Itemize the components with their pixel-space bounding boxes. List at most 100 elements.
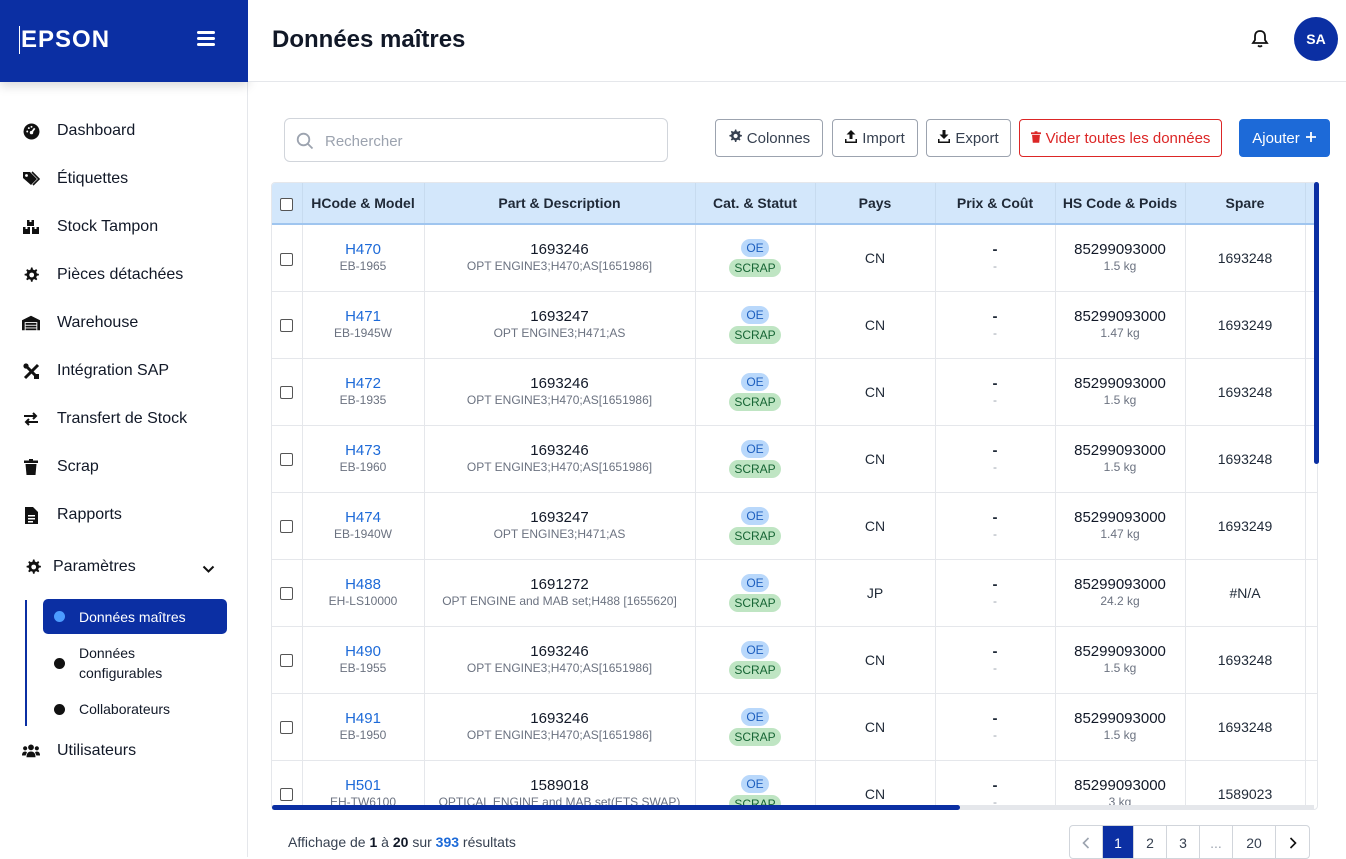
sidebar-item-dashboard[interactable]: Dashboard [0, 111, 247, 151]
column-header-spare[interactable]: Spare [1185, 183, 1306, 225]
model-text: EB-1965 [339, 259, 387, 274]
sidebar-item-parametres[interactable]: Paramètres [0, 547, 247, 587]
row-checkbox[interactable] [280, 453, 294, 467]
export-button[interactable]: Export [926, 119, 1011, 157]
prix-value: - [992, 442, 998, 459]
column-header-cat[interactable]: Cat. & Statut [695, 183, 816, 225]
table-row[interactable]: H470 EB-1965 1693246 OPT ENGINE3;H470;AS[16… [272, 224, 1317, 291]
chevron-right-icon [1289, 837, 1297, 849]
page-button-2[interactable]: 2 [1134, 826, 1167, 858]
avatar[interactable]: SA [1294, 17, 1338, 61]
table-row[interactable]: H488 EH-LS10000 1691272 OPT ENGINE and MAB … [272, 559, 1317, 626]
hcode-cell: H471 EB-1945W [302, 291, 425, 358]
hcode-cell: H470 EB-1965 [302, 224, 425, 291]
hs-code: 85299093000 [1074, 509, 1166, 526]
row-checkbox[interactable] [280, 319, 294, 333]
epson-logo[interactable]: EPSON [19, 26, 110, 54]
hcode-link[interactable]: H473 [303, 442, 424, 459]
horizontal-scrollbar[interactable] [272, 805, 960, 810]
sidebar-subitem-collaborateurs[interactable]: Collaborateurs [43, 698, 227, 720]
status-badge: SCRAP [729, 526, 781, 545]
table-row[interactable]: H474 EB-1940W 1693247 OPT ENGINE3;H471;AS OE… [272, 492, 1317, 559]
category-badge: OE [741, 439, 769, 458]
sidebar-subitem-donnees-configurables[interactable]: Données configurables [43, 642, 227, 684]
columns-button[interactable]: Colonnes [715, 119, 823, 157]
hcode-link[interactable]: H471 [303, 308, 424, 325]
cat-status-cell: OE SCRAP [695, 559, 816, 626]
search-input[interactable] [325, 129, 655, 153]
column-header-prix[interactable]: Prix & Coût [935, 183, 1056, 225]
row-checkbox[interactable] [280, 788, 294, 802]
hcode-link[interactable]: H472 [303, 375, 424, 392]
transfer-icon [22, 410, 40, 428]
cat-status-cell: OE SCRAP [695, 760, 816, 809]
row-checkbox[interactable] [280, 252, 294, 266]
sidebar-subitem-label: Données maîtres [79, 608, 186, 625]
hcode-link[interactable]: H470 [303, 241, 424, 258]
prev-page-button[interactable] [1070, 826, 1103, 858]
gear-icon [24, 558, 42, 576]
row-checkbox[interactable] [280, 721, 294, 735]
sidebar-subitem-donnees-maitres[interactable]: Données maîtres [43, 599, 227, 634]
row-checkbox[interactable] [280, 386, 294, 400]
table-row[interactable]: H471 EB-1945W 1693247 OPT ENGINE3;H471;AS OE… [272, 291, 1317, 358]
chevron-down-icon[interactable] [202, 561, 215, 579]
vertical-scrollbar[interactable] [1314, 182, 1319, 464]
hamburger-menu-icon[interactable] [197, 29, 217, 47]
hcode-link[interactable]: H488 [303, 576, 424, 593]
part-number: 1693246 [530, 442, 589, 459]
bell-icon[interactable] [1250, 29, 1270, 54]
sidebar-item-scrap[interactable]: Scrap [0, 447, 247, 487]
sidebar-item-rapports[interactable]: Rapports [0, 495, 247, 535]
table-row[interactable]: H501 EH-TW6100 1589018 OPTICAL ENGINE and M… [272, 760, 1317, 809]
part-number: 1693246 [530, 643, 589, 660]
sidebar-item-utilisateurs[interactable]: Utilisateurs [0, 731, 247, 771]
clear-all-data-button[interactable]: Vider toutes les données [1019, 119, 1222, 157]
tags-icon [22, 170, 40, 188]
weight-value: 1.47 kg [1100, 527, 1140, 541]
hcode-link[interactable]: H474 [303, 509, 424, 526]
next-page-button[interactable] [1276, 826, 1309, 858]
sidebar-item-transfert-stock[interactable]: Transfert de Stock [0, 399, 247, 439]
extra-cell [1305, 559, 1317, 626]
master-data-table: HCode & Model Part & Description Cat. & … [272, 183, 1317, 809]
hcode-link[interactable]: H491 [303, 710, 424, 727]
cout-value: - [993, 460, 997, 474]
table-row[interactable]: H473 EB-1960 1693246 OPT ENGINE3;H470;AS[16… [272, 425, 1317, 492]
submenu-line [25, 600, 27, 726]
spare-cell: #N/A [1185, 559, 1306, 626]
import-button[interactable]: Import [832, 119, 918, 157]
column-header-hcode[interactable]: HCode & Model [302, 183, 425, 225]
row-checkbox[interactable] [280, 587, 294, 601]
sidebar-item-pieces-detachees[interactable]: Pièces détachées [0, 255, 247, 295]
extra-cell [1305, 492, 1317, 559]
page-button-3[interactable]: 3 [1167, 826, 1200, 858]
row-checkbox[interactable] [280, 654, 294, 668]
add-button[interactable]: Ajouter [1239, 119, 1330, 157]
column-header-hs[interactable]: HS Code & Poids [1055, 183, 1186, 225]
dot-icon [54, 703, 65, 715]
hcode-link[interactable]: H490 [303, 643, 424, 660]
table-row[interactable]: H491 EB-1950 1693246 OPT ENGINE3;H470;AS[16… [272, 693, 1317, 760]
table-row[interactable]: H490 EB-1955 1693246 OPT ENGINE3;H470;AS[16… [272, 626, 1317, 693]
pays-cell: CN [815, 626, 936, 693]
hcode-link[interactable]: H501 [303, 777, 424, 794]
weight-value: 24.2 kg [1100, 594, 1140, 608]
sidebar-item-warehouse[interactable]: Warehouse [0, 303, 247, 343]
sidebar-item-stock-tampon[interactable]: Stock Tampon [0, 207, 247, 247]
sidebar-item-integration-sap[interactable]: Intégration SAP [0, 351, 247, 391]
row-checkbox[interactable] [280, 520, 294, 534]
cat-status-cell: OE SCRAP [695, 626, 816, 693]
table-row[interactable]: H472 EB-1935 1693246 OPT ENGINE3;H470;AS[16… [272, 358, 1317, 425]
column-header-part[interactable]: Part & Description [424, 183, 696, 225]
select-all-checkbox[interactable] [280, 197, 294, 211]
dot-icon [54, 657, 65, 669]
page-button-1[interactable]: 1 [1103, 826, 1134, 858]
weight-value: 1.47 kg [1100, 326, 1140, 340]
hcode-cell: H472 EB-1935 [302, 358, 425, 425]
page-button-20[interactable]: 20 [1233, 826, 1276, 858]
sidebar-item-etiquettes[interactable]: Étiquettes [0, 159, 247, 199]
model-text: EB-1950 [339, 728, 387, 742]
column-header-pays[interactable]: Pays [815, 183, 936, 225]
warehouse-icon [22, 314, 40, 332]
